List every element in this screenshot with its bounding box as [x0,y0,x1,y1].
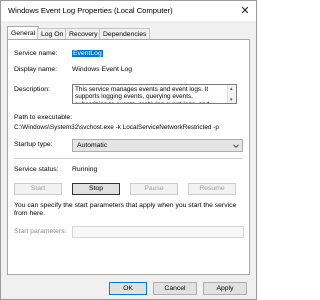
service-status-label: Service status: [14,166,59,173]
description-label: Description: [14,86,50,93]
startup-type-select[interactable]: Automatic [72,139,243,152]
resume-button[interactable]: Resume [188,183,236,195]
start-params-info: You can specify the start parameters tha… [14,202,237,217]
scroll-up-icon[interactable]: ▲ [229,86,233,91]
ok-button[interactable]: OK [109,282,147,295]
apply-button[interactable]: Apply [203,282,247,295]
pause-button[interactable]: Pause [130,183,178,195]
window-title: Windows Event Log Properties (Local Comp… [8,6,173,15]
scroll-down-icon[interactable]: ▼ [229,97,233,102]
start-params-label: Start parameters: [14,228,67,235]
title-bar[interactable]: Windows Event Log Properties (Local Comp… [1,1,256,21]
properties-dialog: Windows Event Log Properties (Local Comp… [0,0,257,300]
divider [14,158,243,159]
display-name-label: Display name: [14,66,58,73]
description-text: This service manages events and event lo… [75,86,209,103]
description-scrollbar[interactable]: ▲ ▼ [227,85,236,103]
path-label: Path to executable: [14,114,73,121]
description-box[interactable]: This service manages events and event lo… [72,84,237,104]
start-button[interactable]: Start [14,183,62,195]
chevron-down-icon [233,144,239,148]
tab-general[interactable]: General [7,26,40,40]
general-panel: Service name: EventLog Display name: Win… [7,39,250,275]
cancel-button[interactable]: Cancel [153,282,197,295]
close-icon[interactable]: ✕ [238,4,252,18]
service-name-label: Service name: [14,50,58,57]
startup-type-value: Automatic [77,142,108,149]
tab-log-on[interactable]: Log On [37,28,68,39]
start-params-input[interactable] [72,226,244,238]
path-value[interactable]: C:\Windows\System32\svchost.exe -k Local… [14,124,219,131]
startup-type-label: Startup type: [14,141,53,148]
stop-button[interactable]: Stop [72,183,120,195]
tab-dependencies[interactable]: Dependencies [99,28,151,39]
tab-recovery[interactable]: Recovery [65,28,102,39]
display-name-value[interactable]: Windows Event Log [72,66,132,73]
service-status-value: Running [72,166,98,173]
service-name-value[interactable]: EventLog [72,50,103,57]
